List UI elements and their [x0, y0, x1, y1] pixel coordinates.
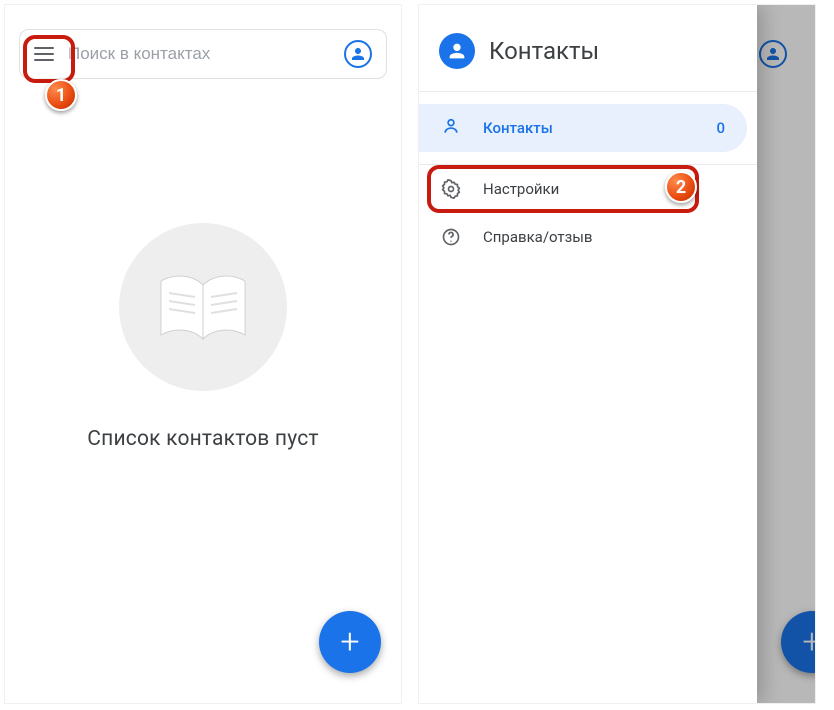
empty-state: Список контактов пуст — [5, 223, 401, 451]
add-contact-fab[interactable]: + — [319, 611, 381, 673]
navigation-drawer: Контакты Контакты 0 Настройки Справка — [419, 5, 757, 703]
search-input[interactable] — [68, 44, 330, 64]
search-bar — [19, 29, 387, 79]
contacts-count: 0 — [716, 119, 725, 137]
plus-icon: + — [340, 625, 359, 659]
gear-icon — [441, 179, 461, 199]
phone-right: + Контакты Контакты 0 Настройки — [418, 4, 816, 704]
person-icon — [349, 45, 367, 63]
open-book-icon — [153, 257, 253, 357]
annotation-badge-1: 1 — [45, 79, 77, 111]
drawer-item-label: Контакты — [483, 119, 694, 137]
hamburger-icon[interactable] — [34, 47, 54, 61]
drawer-title: Контакты — [489, 37, 599, 65]
book-illustration — [119, 223, 287, 391]
empty-state-text: Список контактов пуст — [87, 427, 318, 451]
drawer-item-label: Настройки — [483, 180, 559, 198]
drawer-item-help[interactable]: Справка/отзыв — [419, 213, 757, 261]
phone-left: Список контактов пуст + 1 — [4, 4, 402, 704]
help-icon — [441, 227, 461, 247]
contacts-app-icon — [439, 33, 475, 69]
person-filled-icon — [446, 40, 468, 62]
divider — [419, 91, 757, 92]
person-outline-icon — [441, 116, 461, 140]
drawer-header: Контакты — [419, 5, 757, 91]
drawer-item-settings[interactable]: Настройки — [419, 165, 757, 213]
drawer-item-contacts[interactable]: Контакты 0 — [419, 104, 747, 152]
drawer-item-label: Справка/отзыв — [483, 228, 592, 246]
profile-button[interactable] — [344, 40, 372, 68]
